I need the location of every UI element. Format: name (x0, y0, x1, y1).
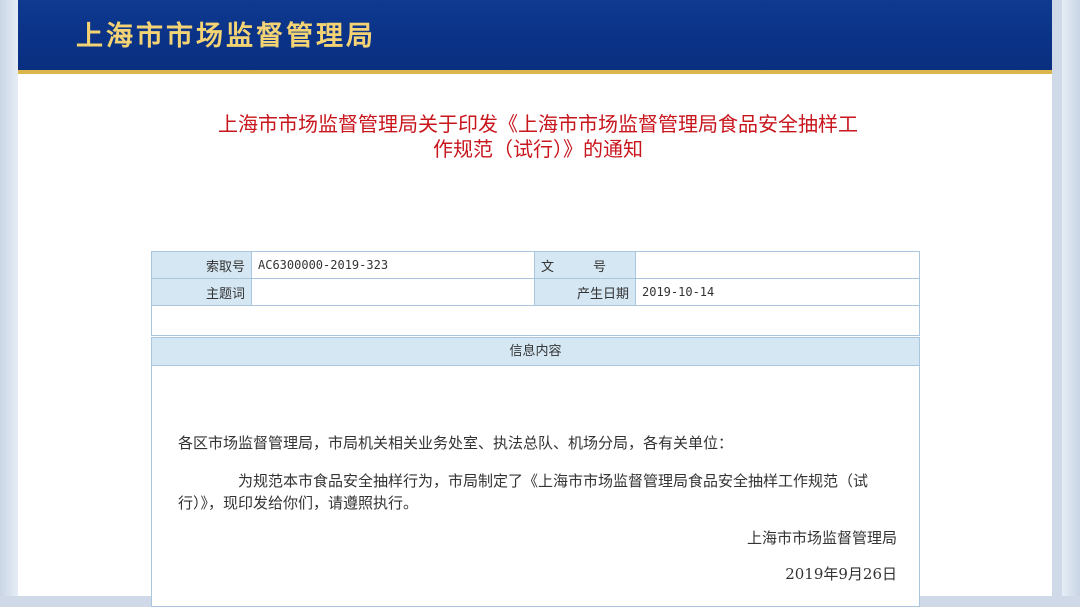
document-title-line1: 上海市市场监督管理局关于印发《上海市市场监督管理局食品安全抽样工 (218, 112, 858, 136)
subject-value (251, 278, 535, 306)
doc-number-label: 文 号 (534, 251, 636, 279)
subject-label: 主题词 (151, 278, 252, 306)
page-side-left (0, 0, 18, 596)
page: 上海市市场监督管理局 上海市市场监督管理局关于印发《上海市市场监督管理局食品安全… (18, 0, 1052, 607)
banner-divider (18, 70, 1052, 74)
signature-date: 2019年9月26日 (785, 565, 897, 583)
signature-organization: 上海市市场监督管理局 (746, 529, 897, 547)
body-paragraph: 为规范本市食品安全抽样行为，市局制定了《上海市市场监督管理局食品安全抽样工作规范… (178, 472, 869, 512)
info-content-header: 信息内容 (152, 338, 919, 366)
index-label: 索取号 (151, 251, 252, 279)
document-title-line2: 作规范（试行）》的通知 (433, 137, 643, 161)
site-title[interactable]: 上海市市场监督管理局 (76, 14, 376, 53)
metadata-table: 索取号 AC6300000-2019-323 文 号 主题词 产生日期 2019… (151, 251, 920, 336)
site-banner: 上海市市场监督管理局 (18, 0, 1052, 70)
date-value: 2019-10-14 (635, 278, 920, 306)
document-title: 上海市市场监督管理局关于印发《上海市市场监督管理局食品安全抽样工 作规范（试行）… (168, 112, 908, 162)
date-label: 产生日期 (534, 278, 636, 306)
info-content-panel: 信息内容 各区市场监督管理局，市局机关相关业务处室、执法总队、机场分局，各有关单… (151, 337, 920, 607)
metadata-spacer-row (151, 305, 920, 336)
salutation: 各区市场监督管理局，市局机关相关业务处室、执法总队、机场分局，各有关单位： (178, 434, 734, 452)
page-side-right (1062, 0, 1080, 596)
index-value: AC6300000-2019-323 (251, 251, 535, 279)
doc-number-value (635, 251, 920, 279)
